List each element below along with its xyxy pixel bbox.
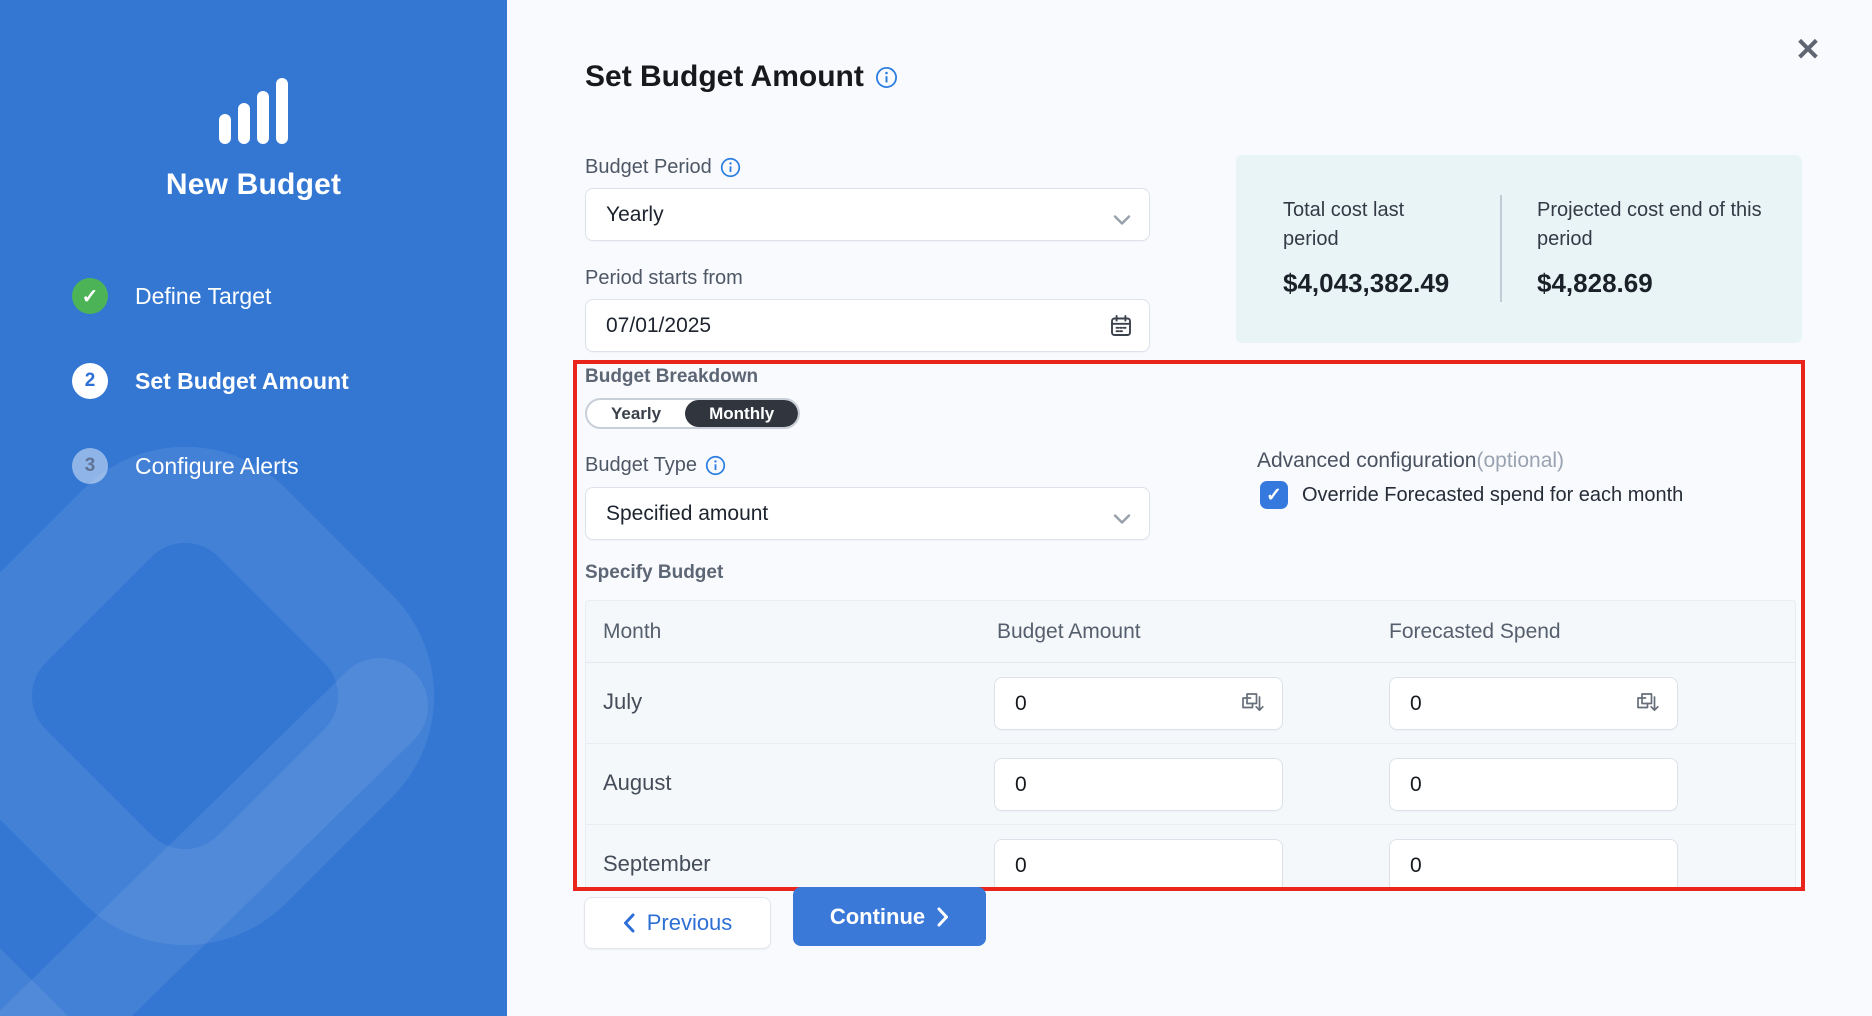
budget-amount-input[interactable] [1015, 692, 1234, 716]
column-header-forecasted-spend: Forecasted Spend [1389, 620, 1561, 644]
vertical-divider [1500, 195, 1502, 302]
new-budget-modal: New Budget ✓ Define Target 2 Set Budget … [0, 0, 1872, 1016]
optional-suffix: (optional) [1477, 449, 1565, 472]
step-number-badge: 3 [72, 448, 108, 484]
bar-chart-icon [0, 78, 507, 144]
projected-cost-value: $4,828.69 [1537, 268, 1767, 299]
chevron-down-icon [1113, 208, 1131, 232]
advanced-configuration-label: Advanced configuration(optional) [1257, 449, 1564, 473]
forecasted-spend-input-wrap [1389, 677, 1678, 730]
period-starts-label-text: Period starts from [585, 267, 743, 290]
budget-amount-input-wrap [994, 758, 1283, 811]
copy-down-icon[interactable] [1234, 687, 1268, 721]
step-number-badge: 2 [72, 363, 108, 399]
wizard-steps: ✓ Define Target 2 Set Budget Amount 3 Co… [72, 278, 349, 533]
cost-summary-card: Total cost last period $4,043,382.49 Pro… [1236, 155, 1802, 343]
budget-period-label: Budget Period [585, 156, 741, 179]
step-set-budget-amount[interactable]: 2 Set Budget Amount [72, 363, 349, 399]
page-title: Set Budget Amount [585, 60, 898, 94]
month-cell: September [603, 851, 711, 877]
chevron-right-icon [937, 907, 949, 927]
month-cell: July [603, 689, 642, 715]
override-forecast-label: Override Forecasted spend for each month [1302, 484, 1683, 507]
budget-amount-input[interactable] [1015, 854, 1268, 878]
budget-amount-input-wrap [994, 677, 1283, 730]
period-starts-label: Period starts from [585, 267, 743, 290]
budget-amount-input[interactable] [1015, 773, 1268, 797]
step-define-target[interactable]: ✓ Define Target [72, 278, 349, 314]
budget-breakdown-label: Budget Breakdown [585, 366, 758, 388]
total-cost-value: $4,043,382.49 [1283, 268, 1458, 299]
budget-period-value: Yearly [606, 203, 1129, 227]
previous-button[interactable]: Previous [584, 897, 771, 949]
info-icon[interactable] [705, 455, 726, 476]
step-label: Define Target [135, 283, 271, 310]
budget-type-select[interactable]: Specified amount [585, 487, 1150, 540]
chevron-left-icon [623, 913, 635, 933]
continue-button[interactable]: Continue [793, 887, 986, 946]
column-header-month: Month [603, 620, 661, 644]
step-label: Set Budget Amount [135, 368, 349, 395]
info-icon[interactable] [875, 66, 898, 89]
copy-down-icon[interactable] [1629, 687, 1663, 721]
continue-button-label: Continue [830, 904, 925, 930]
chevron-down-icon [1113, 507, 1131, 531]
override-forecast-checkbox-row[interactable]: ✓ Override Forecasted spend for each mon… [1260, 481, 1683, 509]
check-circle-icon: ✓ [72, 278, 108, 314]
table-header-row: Month Budget Amount Forecasted Spend [586, 601, 1795, 663]
page-title-text: Set Budget Amount [585, 60, 864, 94]
toggle-option-yearly[interactable]: Yearly [587, 400, 685, 427]
column-header-budget-amount: Budget Amount [997, 620, 1141, 644]
forecasted-spend-input-wrap [1389, 839, 1678, 891]
period-start-date-value: 07/01/2025 [606, 314, 711, 338]
advanced-configuration-text: Advanced configuration [1257, 449, 1477, 472]
step-label: Configure Alerts [135, 453, 299, 480]
table-row-august: August [586, 744, 1795, 825]
specify-budget-label: Specify Budget [585, 562, 723, 584]
specify-budget-table: Month Budget Amount Forecasted Spend Jul… [585, 600, 1796, 891]
forecasted-spend-input[interactable] [1410, 692, 1629, 716]
total-cost-label: Total cost last period [1283, 196, 1458, 254]
calendar-icon[interactable] [1109, 314, 1133, 344]
previous-button-label: Previous [647, 910, 733, 936]
step-configure-alerts[interactable]: 3 Configure Alerts [72, 448, 349, 484]
budget-type-label-text: Budget Type [585, 454, 697, 477]
budget-period-label-text: Budget Period [585, 156, 712, 179]
budget-type-value: Specified amount [606, 502, 1129, 526]
period-start-date-input[interactable]: 07/01/2025 [585, 299, 1150, 352]
table-row-september: September [586, 825, 1795, 891]
month-cell: August [603, 770, 672, 796]
projected-cost-label: Projected cost end of this period [1537, 196, 1767, 254]
main-content: ✕ Set Budget Amount Budget Period Yearly… [507, 0, 1872, 1016]
budget-period-select[interactable]: Yearly [585, 188, 1150, 241]
forecasted-spend-input[interactable] [1410, 854, 1663, 878]
info-icon[interactable] [720, 157, 741, 178]
budget-type-label: Budget Type [585, 454, 726, 477]
table-row-july: July [586, 663, 1795, 744]
forecasted-spend-input[interactable] [1410, 773, 1663, 797]
wizard-sidebar: New Budget ✓ Define Target 2 Set Budget … [0, 0, 507, 1016]
toggle-option-monthly[interactable]: Monthly [685, 400, 798, 427]
close-icon[interactable]: ✕ [1788, 30, 1828, 70]
wizard-title: New Budget [0, 168, 507, 202]
budget-amount-input-wrap [994, 839, 1283, 891]
breakdown-toggle: Yearly Monthly [585, 398, 800, 429]
forecasted-spend-input-wrap [1389, 758, 1678, 811]
checkbox-checked-icon[interactable]: ✓ [1260, 481, 1288, 509]
